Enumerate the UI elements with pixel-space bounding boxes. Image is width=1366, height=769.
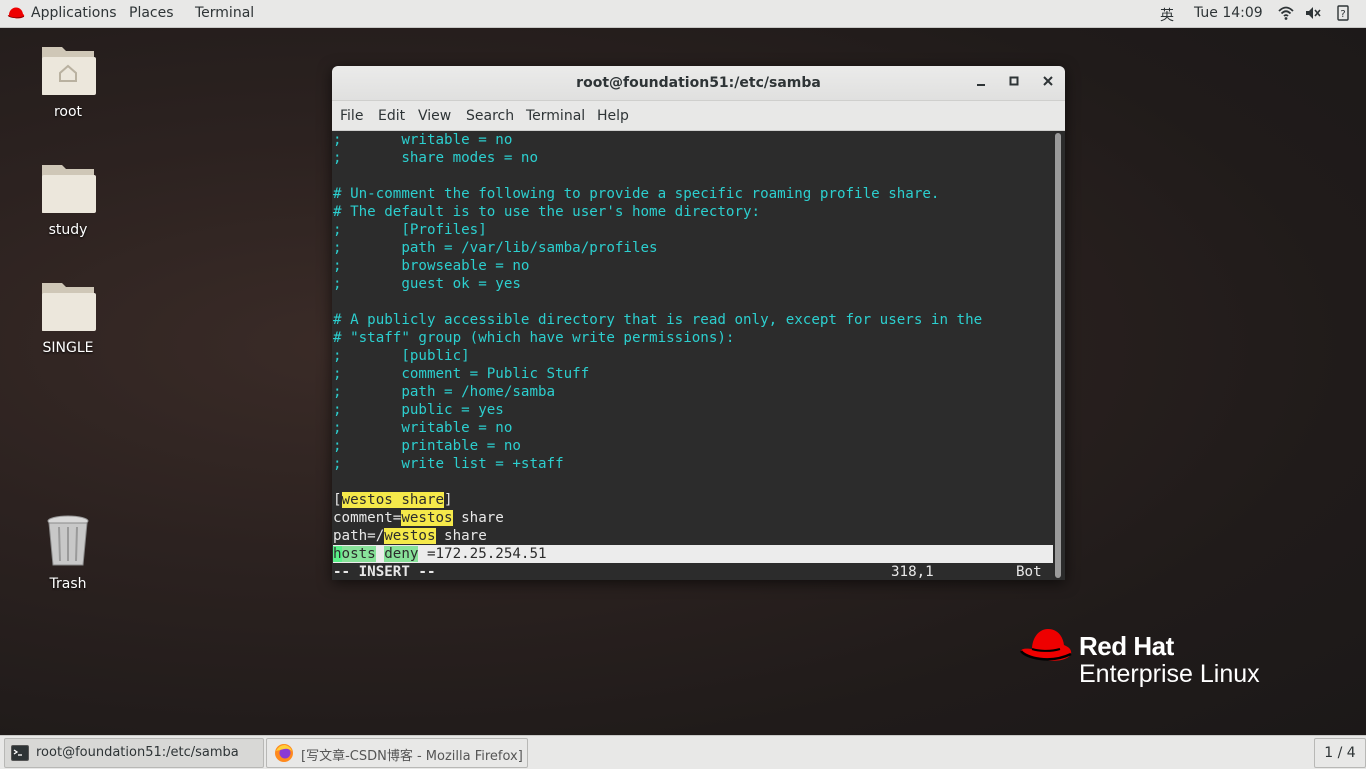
taskbar-item-firefox[interactable]: [写文章-CSDN博客 - Mozilla Firefox] [266, 738, 528, 768]
terminal-app-menu[interactable]: Terminal [195, 5, 254, 21]
redhat-logo-icon [1020, 629, 1072, 661]
editor-line: ; write list = +staff [333, 456, 564, 472]
scrollbar-thumb[interactable] [1055, 133, 1061, 578]
menu-view[interactable]: View [418, 108, 451, 124]
desktop-icon-label: study [48, 222, 88, 238]
editor-line: ; [public] [333, 348, 470, 364]
window-title: root@foundation51:/etc/samba [576, 75, 821, 91]
maximize-icon [1009, 76, 1019, 86]
vim-scroll-position: Bot [1016, 564, 1042, 580]
desktop-icon-trash[interactable]: Trash [18, 513, 118, 592]
taskbar-item-terminal[interactable]: root@foundation51:/etc/samba [4, 738, 264, 768]
editor-line: # The default is to use the user's home … [333, 204, 761, 220]
window-titlebar[interactable]: root@foundation51:/etc/samba [332, 66, 1065, 101]
terminal-icon [11, 745, 29, 761]
search-highlight: westos [384, 528, 436, 544]
system-menu-icon[interactable]: ? [1335, 5, 1351, 21]
bottom-taskbar: root@foundation51:/etc/samba [写文章-CSDN博客… [0, 735, 1366, 769]
svg-text:?: ? [1340, 9, 1345, 20]
applications-menu[interactable]: Applications [31, 5, 117, 21]
editor-line: # "staff" group (which have write permis… [333, 330, 735, 346]
minimize-icon [977, 84, 985, 86]
desktop-icon-single[interactable]: SINGLE [18, 277, 118, 356]
text-cursor: h [333, 546, 342, 562]
menu-edit[interactable]: Edit [378, 108, 405, 124]
clock[interactable]: Tue 14:09 [1194, 5, 1263, 21]
editor-line: ; path = /home/samba [333, 384, 556, 400]
home-folder-icon [42, 47, 96, 95]
editor-line: # A publicly accessible directory that i… [333, 312, 983, 328]
editor-line: ; guest ok = yes [333, 276, 521, 292]
top-bar: Applications Places Terminal 英 Tue 14:09… [0, 0, 1366, 28]
terminal-content[interactable]: ; writable = no ; share modes = no # Un-… [332, 131, 1053, 580]
editor-line: ; path = /var/lib/samba/profiles [333, 240, 658, 256]
terminal-scrollbar[interactable] [1055, 133, 1061, 578]
desktop-icon-root[interactable]: root [18, 41, 118, 120]
editor-line: ; printable = no [333, 438, 521, 454]
brand-name-line1: Red Hat [1079, 631, 1174, 661]
editor-line-comment: comment=westos share [333, 510, 504, 526]
editor-line-share-header: [westos share] [333, 492, 453, 508]
editor-line: ; share modes = no [333, 150, 538, 166]
editor-current-line: hosts deny =172.25.254.51 [333, 545, 1053, 563]
search-highlight: westos [401, 510, 453, 526]
desktop-icon-label: SINGLE [42, 340, 94, 356]
terminal-menubar: File Edit View Search Terminal Help [332, 101, 1065, 131]
close-button[interactable] [1038, 74, 1058, 92]
vim-mode-indicator: -- INSERT -- [333, 564, 436, 580]
editor-line-path: path=/westos share [333, 528, 487, 544]
terminal-window[interactable]: root@foundation51:/etc/samba File Edit V… [332, 66, 1065, 580]
search-highlight: westos share [341, 492, 445, 508]
taskbar-item-label: root@foundation51:/etc/samba [36, 745, 239, 760]
close-icon [1043, 76, 1053, 86]
folder-icon [42, 283, 96, 331]
volume-muted-icon[interactable] [1305, 5, 1321, 21]
desktop-icon-label: root [53, 104, 83, 120]
brand-name-line2: Enterprise Linux [1079, 660, 1260, 688]
firefox-icon [275, 744, 293, 762]
editor-line: ; [Profiles] [333, 222, 487, 238]
editor-line: ; comment = Public Stuff [333, 366, 590, 382]
minimize-button[interactable] [971, 74, 991, 92]
wifi-icon[interactable] [1278, 5, 1294, 21]
taskbar-item-label: [写文章-CSDN博客 - Mozilla Firefox] [301, 749, 523, 764]
editor-line: # Un-comment the following to provide a … [333, 186, 940, 202]
redhat-icon [7, 7, 25, 19]
redhat-brand: Red Hat Enterprise Linux [1020, 627, 1290, 693]
editor-line: ; public = yes [333, 402, 504, 418]
input-method-indicator[interactable]: 英 [1160, 5, 1174, 25]
menu-help[interactable]: Help [597, 108, 629, 124]
desktop-icon-study[interactable]: study [18, 159, 118, 238]
menu-file[interactable]: File [340, 108, 363, 124]
menu-search[interactable]: Search [466, 108, 514, 124]
places-menu[interactable]: Places [129, 5, 174, 21]
editor-line: ; writable = no [333, 132, 513, 148]
folder-icon [42, 165, 96, 213]
workspace-pager[interactable]: 1 / 4 [1314, 738, 1366, 768]
desktop-icon-label: Trash [49, 576, 87, 592]
editor-line: ; writable = no [333, 420, 513, 436]
menu-terminal[interactable]: Terminal [526, 108, 585, 124]
vim-cursor-position: 318,1 [891, 564, 934, 580]
editor-line: ; browseable = no [333, 258, 530, 274]
maximize-button[interactable] [1004, 74, 1024, 92]
trash-icon [47, 515, 89, 566]
